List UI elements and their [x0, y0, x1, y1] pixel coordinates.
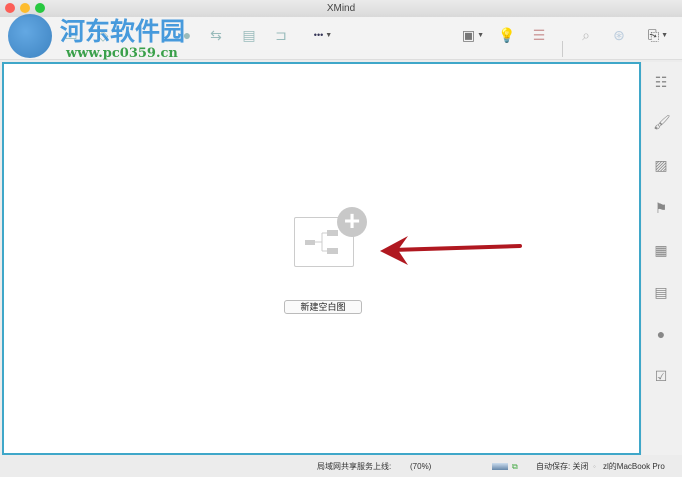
more-label: ••• — [313, 30, 324, 40]
toolbar-divider — [562, 41, 563, 57]
lightbulb-icon[interactable]: 💡 — [496, 24, 518, 46]
new-blank-map-button[interactable]: 新建空白图 — [284, 300, 362, 314]
chevron-down-icon: ▼ — [661, 31, 669, 39]
summary-icon[interactable]: ⊐ — [270, 24, 292, 46]
topic-button[interactable]: ▭ — [60, 24, 82, 46]
more-button[interactable]: ••• ▼ — [308, 24, 338, 46]
zoom-level[interactable]: (70%) — [410, 457, 431, 477]
share-status: 局域网共享服务上线: — [317, 462, 392, 471]
zoom-window-button[interactable] — [35, 3, 45, 13]
minimize-window-button[interactable] — [20, 3, 30, 13]
share-icon[interactable]: ⊛ — [608, 24, 630, 46]
notes-icon[interactable]: ▤ — [653, 284, 669, 300]
format-brush-icon[interactable]: 🖌 — [653, 114, 671, 130]
flag-marker-icon[interactable]: ⚑ — [653, 200, 669, 216]
comment-icon[interactable]: ● — [653, 326, 669, 342]
status-dot: ◦ — [593, 462, 596, 471]
gantt-icon[interactable]: ☰ — [528, 24, 550, 46]
chevron-down-icon: ▼ — [477, 31, 485, 39]
status-bar: 局域网共享服务上线: (70%) ⧉ 自动保存: 关闭 ◦ zl的MacBook… — [0, 457, 682, 477]
title-bar: XMind — [0, 0, 682, 17]
image-icon[interactable]: ▨ — [653, 157, 669, 173]
relationship-icon[interactable]: ⇆ — [205, 24, 227, 46]
autosave-status[interactable]: 自动保存: 关闭 — [536, 457, 588, 477]
outline-icon[interactable]: ☷ — [653, 74, 669, 90]
view-icon[interactable] — [492, 463, 508, 470]
label-icon[interactable]: ▦ — [653, 242, 669, 258]
task-icon[interactable]: ☑ — [653, 368, 669, 384]
presentation-button[interactable]: ▣ ▼ — [458, 24, 488, 46]
marker-button[interactable]: ● — [176, 24, 198, 46]
close-window-button[interactable] — [5, 3, 15, 13]
chevron-down-icon: ▼ — [325, 31, 333, 39]
search-icon[interactable]: ⌕ — [575, 24, 597, 46]
export-button[interactable]: ⎘ ▼ — [642, 24, 674, 46]
boundary-icon[interactable]: ▤ — [238, 24, 260, 46]
window-title: XMind — [326, 3, 356, 14]
right-sidebar: ☷ 🖌 ▨ ⚑ ▦ ▤ ● ☑ — [642, 62, 682, 455]
toolbar: ▭ ◇ ● ⇆ ▤ ⊐ ••• ▼ ▣ ▼ 💡 ☰ ⌕ ⊛ ⎘ ▼ — [0, 17, 682, 60]
map-canvas[interactable]: + 新建空白图 — [2, 62, 641, 455]
add-icon: + — [337, 207, 367, 237]
subtopic-button[interactable]: ◇ — [92, 24, 114, 46]
red-arrow-annotation — [380, 236, 522, 265]
window-icon[interactable]: ⧉ — [512, 457, 518, 477]
device-name: zl的MacBook Pro — [603, 462, 665, 471]
